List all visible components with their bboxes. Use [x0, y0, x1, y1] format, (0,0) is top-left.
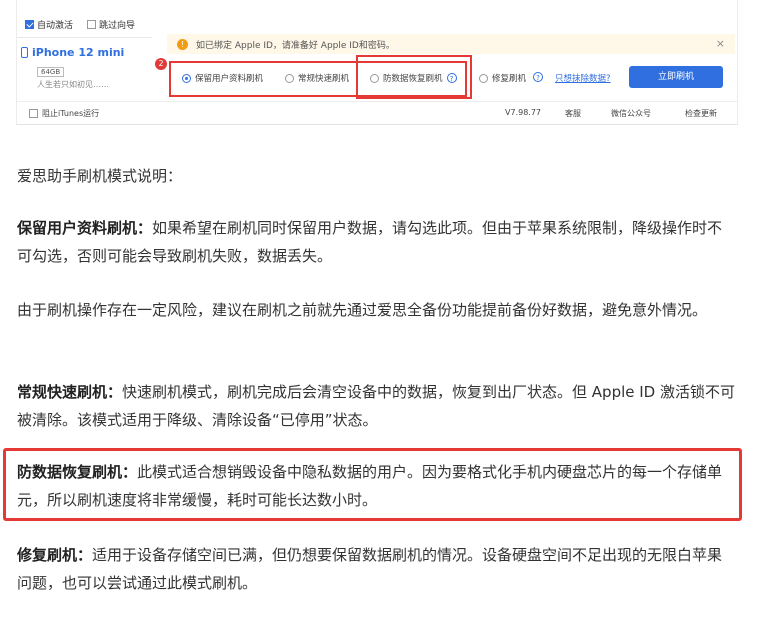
- help-icon: ?: [533, 72, 543, 82]
- anti-recovery-title: 防数据恢复刷机：: [17, 463, 138, 481]
- radio-icon: [285, 73, 294, 83]
- block-itunes-checkbox[interactable]: 阻止iTunes运行: [29, 108, 99, 119]
- version-text: V7.98.77: [505, 108, 542, 117]
- radio-icon: [479, 73, 488, 83]
- checkbox-icon: [87, 20, 97, 29]
- flash-now-button[interactable]: 立即刷机: [629, 66, 723, 88]
- mode-label: 常规快速刷机: [298, 74, 350, 84]
- paragraph-quick: 常规快速刷机：快速刷机模式，刷机完成后会清空设备中的数据，恢复到出厂状态。但 A…: [17, 378, 737, 434]
- mode-repair-radio[interactable]: 修复刷机: [479, 72, 526, 84]
- flash-settings-screenshot: 自动激活 跳过向导 iPhone 12 mini 64GB 人生若只如初见…… …: [16, 0, 738, 125]
- device-name: iPhone 12 mini: [32, 46, 125, 59]
- radio-icon: [370, 73, 379, 83]
- erase-only-link[interactable]: ?只想抹除数据?: [555, 72, 611, 84]
- quick-title: 常规快速刷机：: [17, 383, 123, 401]
- paragraph-keep-data: 保留用户资料刷机：如果希望在刷机同时保留用户数据，请勾选此项。但由于苹果系统限制…: [17, 214, 737, 270]
- repair-text: 适用于设备存储空间已满，但仍想要保留数据刷机的情况。设备硬盘空间不足出现的无限白…: [17, 546, 723, 592]
- step-badge: 2: [155, 58, 167, 70]
- capacity-badge: 64GB: [37, 67, 65, 77]
- close-icon[interactable]: ×: [716, 37, 725, 50]
- quick-text: 快速刷机模式，刷机完成后会清空设备中的数据，恢复到出厂状态。但 Apple ID…: [17, 383, 735, 429]
- mode-label: 保留用户资料刷机: [195, 74, 264, 84]
- mode-anti-recovery-radio[interactable]: 防数据恢复刷机?: [370, 72, 457, 84]
- status-bar: 阻止iTunes运行 V7.98.77 客服 微信公众号 检查更新: [17, 101, 737, 124]
- check-update-link[interactable]: 检查更新: [685, 108, 717, 119]
- mode-label: 防数据恢复刷机: [383, 74, 443, 84]
- mode-label: 修复刷机: [492, 74, 527, 84]
- backup-text: 由于刷机操作存在一定风险，建议在刷机之前就先通过爱思全备份功能提前备份好数据，避…: [17, 301, 708, 319]
- repair-help[interactable]: ?: [533, 72, 543, 82]
- checkbox-checked-icon: [25, 20, 34, 29]
- wechat-link[interactable]: 微信公众号: [611, 108, 651, 119]
- notice-text: 如已绑定 Apple ID，请准备好 Apple ID和密码。: [196, 40, 395, 51]
- customer-service-link[interactable]: 客服: [565, 108, 581, 119]
- phone-icon: [21, 47, 28, 58]
- help-icon[interactable]: ?: [446, 73, 457, 83]
- auto-activate-checkbox[interactable]: 自动激活: [25, 18, 73, 31]
- device-card[interactable]: iPhone 12 mini 64GB 人生若只如初见……: [21, 46, 124, 90]
- device-motto: 人生若只如初见……: [37, 80, 109, 89]
- apple-id-notice: ! 如已绑定 Apple ID，请准备好 Apple ID和密码。 ×: [167, 34, 735, 54]
- mode-keep-data-radio[interactable]: 保留用户资料刷机: [182, 72, 263, 84]
- paragraph-repair: 修复刷机：适用于设备存储空间已满，但仍想要保留数据刷机的情况。设备硬盘空间不足出…: [17, 541, 737, 597]
- intro-text: 爱思助手刷机模式说明：: [17, 167, 183, 185]
- skip-guide-checkbox[interactable]: 跳过向导: [87, 18, 135, 31]
- paragraph-anti-recovery: 防数据恢复刷机：此模式适合想销毁设备中隐私数据的用户。因为要格式化手机内硬盘芯片…: [17, 458, 729, 514]
- divider: [17, 37, 152, 38]
- auto-activate-label: 自动激活: [37, 21, 74, 31]
- warning-icon: !: [177, 38, 188, 50]
- block-itunes-label: 阻止iTunes运行: [42, 109, 100, 118]
- skip-guide-label: 跳过向导: [99, 21, 136, 31]
- checkbox-icon: [29, 109, 38, 118]
- radio-selected-icon: [182, 73, 191, 83]
- erase-link-text: 只想抹除数据?: [555, 74, 611, 84]
- device-sidebar: 自动激活 跳过向导 iPhone 12 mini 64GB 人生若只如初见……: [17, 0, 152, 100]
- repair-title: 修复刷机：: [17, 546, 93, 564]
- paragraph-backup: 由于刷机操作存在一定风险，建议在刷机之前就先通过爱思全备份功能提前备份好数据，避…: [17, 296, 737, 324]
- mode-quick-radio[interactable]: 常规快速刷机: [285, 72, 349, 84]
- keep-data-title: 保留用户资料刷机：: [17, 219, 153, 237]
